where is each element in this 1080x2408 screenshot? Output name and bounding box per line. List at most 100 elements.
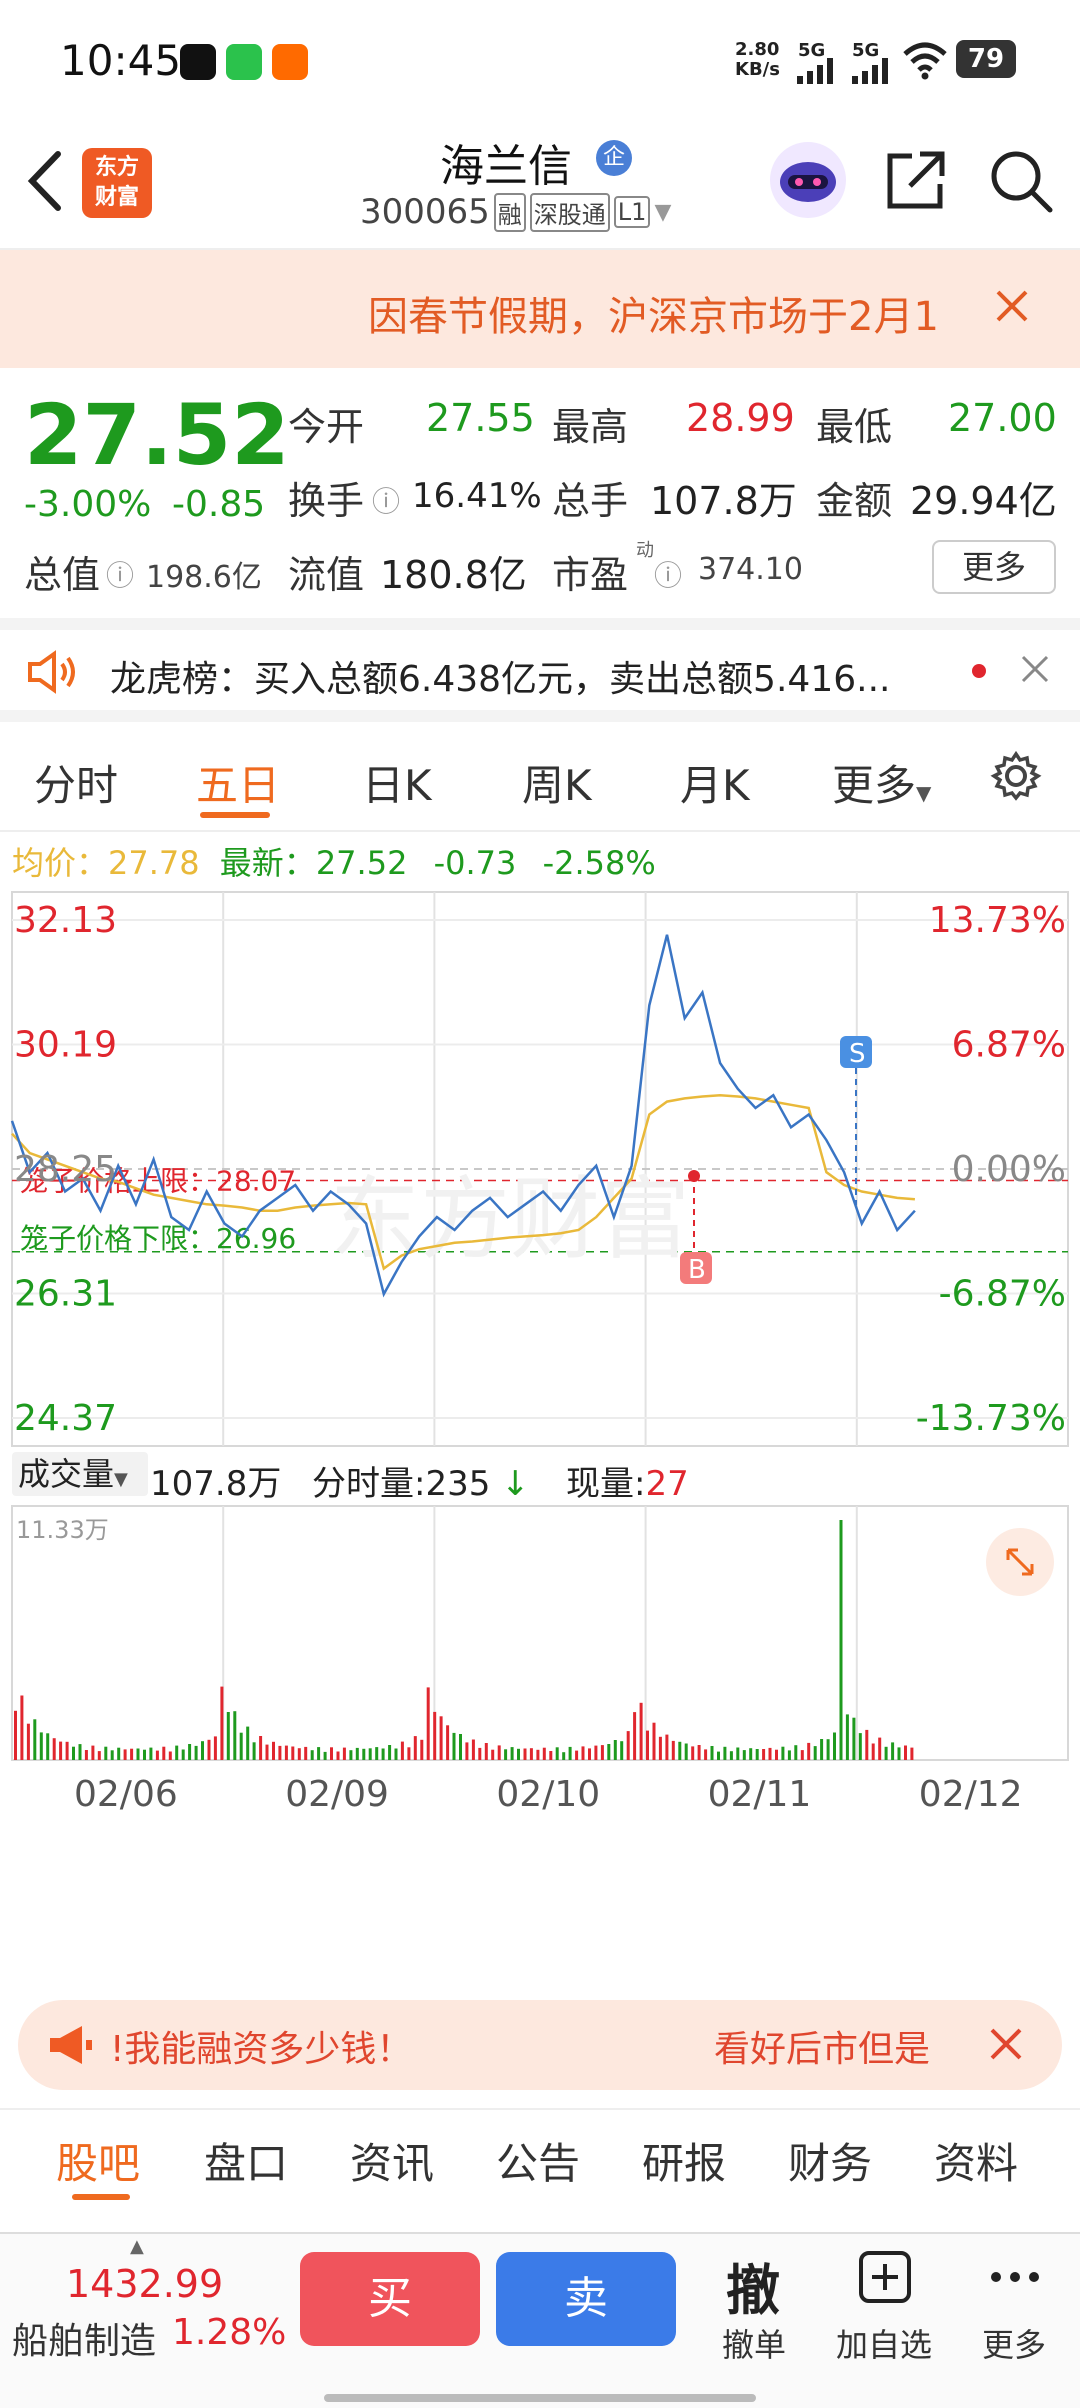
app-logo[interactable]: 东方 财富 [82, 148, 152, 218]
volume-bar [646, 1730, 649, 1760]
robot-assistant-icon[interactable] [770, 142, 846, 218]
chevron-up-icon[interactable]: ▲ [130, 2236, 144, 2257]
volume-bar [794, 1745, 798, 1760]
cancel-order-label[interactable]: 撤单 [722, 2320, 786, 2366]
volume-bar [800, 1750, 804, 1760]
x-axis-label: 02/09 [285, 1774, 389, 1815]
high-value: 28.99 [686, 396, 795, 440]
volume-bar [807, 1742, 811, 1760]
volume-bar [665, 1734, 669, 1760]
volume-bar [717, 1751, 720, 1760]
y-tick-pct-label: -13.73% [916, 1398, 1066, 1439]
volume-bar [39, 1732, 43, 1760]
tab-more[interactable]: 更多▼ [832, 752, 931, 813]
volume-bar [162, 1746, 166, 1760]
volume-bar [400, 1741, 404, 1760]
volume-bar [65, 1741, 69, 1760]
volume-bar [252, 1742, 256, 1760]
lhb-bar[interactable]: 龙虎榜：买入总额6.438亿元，卖出总额5.416... [0, 618, 1080, 722]
tab-weekly-k[interactable]: 周K [522, 752, 592, 813]
close-icon[interactable] [994, 288, 1030, 328]
cancel-order-icon[interactable]: 撤 [726, 2246, 780, 2325]
more-quote-button[interactable]: 更多 [932, 540, 1056, 594]
buy-button[interactable]: 买 [300, 2252, 480, 2346]
price-chart-svg[interactable]: 笼子价格上限：28.07笼子价格下限：26.96 东方财富 32.13 13.73… [0, 890, 1080, 1450]
volume-chart-svg[interactable]: 11.33万 [0, 1504, 1080, 1764]
volume-bar [394, 1748, 398, 1760]
y-tick-pct-label: 0.00% [952, 1149, 1066, 1190]
tab-announcements[interactable]: 公告 [496, 2130, 580, 2191]
volume-bar [84, 1750, 88, 1760]
promo-banner[interactable]: !我能融资多少钱！ 看好后市但是 [18, 2000, 1062, 2090]
volume-bar [110, 1750, 114, 1760]
buy-marker-dot [688, 1170, 700, 1182]
volume-bar [439, 1716, 443, 1760]
chevron-down-icon: ▼ [114, 1469, 128, 1490]
change-amount: -0.85 [172, 484, 266, 525]
status-time: 10:45 [60, 36, 182, 85]
wechat-icon [226, 44, 262, 80]
volume-bar [317, 1747, 321, 1760]
volume-bar [658, 1736, 662, 1760]
close-icon[interactable] [1020, 654, 1050, 688]
add-favorite-icon[interactable] [858, 2250, 912, 2308]
volume-bar [278, 1745, 282, 1760]
back-icon[interactable] [22, 150, 66, 216]
tab-daily-k[interactable]: 日K [362, 752, 432, 813]
tab-research[interactable]: 研报 [642, 2130, 726, 2191]
info-icon[interactable]: ⓘ [372, 480, 400, 520]
volume-bar [336, 1751, 340, 1760]
volume-bar [149, 1747, 153, 1760]
info-icon[interactable]: ⓘ [654, 554, 682, 594]
share-icon[interactable] [882, 148, 948, 218]
sell-button[interactable]: 卖 [496, 2252, 676, 2346]
stock-header: 东方 财富 海兰信 企 300065 融 深股通 L1 ▼ [0, 120, 1080, 250]
volume-bar [529, 1748, 533, 1760]
volume-bar [452, 1732, 456, 1760]
volume-bar [697, 1745, 701, 1760]
tab-financials[interactable]: 财务 [788, 2130, 872, 2191]
holiday-notice[interactable]: 因春节假期，沪深京市场于2月1 [0, 250, 1080, 368]
tab-five-day[interactable]: 五日 [196, 752, 280, 813]
stock-code-row[interactable]: 300065 融 深股通 L1 ▼ [360, 192, 671, 232]
volume-bar [594, 1745, 598, 1760]
volume-bar [33, 1719, 37, 1760]
tab-forum[interactable]: 股吧 [56, 2130, 140, 2191]
tab-orderbook[interactable]: 盘口 [204, 2130, 288, 2191]
signal-icon [795, 58, 837, 88]
volume-bar [542, 1747, 546, 1760]
volume-bar [349, 1750, 353, 1760]
y-tick-label: 30.19 [14, 1025, 117, 1066]
volume-bar [484, 1743, 488, 1760]
stock-code: 300065 [360, 192, 490, 232]
gear-icon[interactable] [990, 750, 1042, 806]
info-icon[interactable]: ⓘ [106, 554, 134, 594]
volume-bar [504, 1749, 508, 1760]
volume-selector[interactable]: 成交量▼ [12, 1452, 148, 1496]
app-notification-icon [180, 44, 216, 80]
tab-monthly-k[interactable]: 月K [680, 752, 750, 813]
index-name[interactable]: 船舶制造 [12, 2312, 156, 2364]
search-icon[interactable] [988, 148, 1054, 218]
five-day-chart[interactable]: 均价：27.78 最新：27.52 -0.73 -2.58% 笼子价格上限：28… [0, 832, 1080, 1982]
tab-profile[interactable]: 资料 [934, 2130, 1018, 2191]
close-icon[interactable] [988, 2026, 1024, 2066]
volume-bar [368, 1748, 372, 1760]
volume-bar [704, 1749, 708, 1760]
volume-bar [246, 1726, 250, 1760]
tab-intraday[interactable]: 分时 [34, 752, 118, 813]
tab-news[interactable]: 资讯 [350, 2130, 434, 2191]
index-value[interactable]: 1432.99 [66, 2262, 223, 2306]
volume-bar [749, 1748, 753, 1760]
latest-price-value: 27.52 [315, 844, 408, 882]
volume-bar [600, 1745, 604, 1760]
add-favorite-label[interactable]: 加自选 [836, 2320, 932, 2366]
volume-bar [14, 1710, 17, 1760]
volume-bar [852, 1717, 856, 1760]
volume-bar [420, 1739, 424, 1760]
more-label[interactable]: 更多 [982, 2320, 1046, 2366]
volume-bar [775, 1749, 778, 1760]
more-dots-icon[interactable] [990, 2262, 1040, 2296]
avg-price-value: 27.78 [108, 844, 200, 882]
y-tick-label: 28.25 [14, 1149, 117, 1190]
